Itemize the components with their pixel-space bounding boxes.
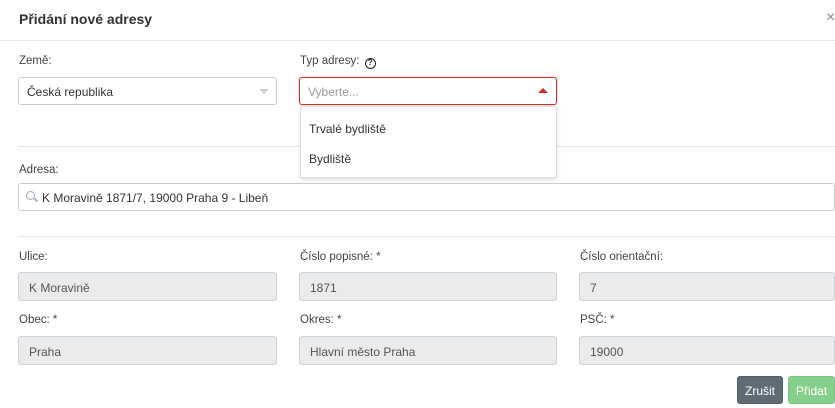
municipality-value: Praha [29,345,62,359]
postal-code-label: PSČ: * [580,314,615,326]
house-number-label: Číslo popisné: * [300,251,381,263]
street-field[interactable]: K Moravině [18,272,277,301]
add-button[interactable]: Přidat [788,376,835,404]
house-number-value: 1871 [310,281,337,295]
country-label: Země: [19,55,52,67]
chevron-up-icon [538,88,548,93]
postal-code-field[interactable]: 19000 [579,336,835,365]
district-label: Okres: * [300,314,342,326]
orientation-number-label: Číslo orientační: [580,251,664,263]
address-type-label: Typ adresy: ? [300,55,376,69]
cancel-button[interactable]: Zrušit [737,376,783,404]
address-label: Adresa: [19,164,59,176]
address-type-label-text: Typ adresy: [300,55,360,67]
municipality-label: Obec: * [19,314,58,326]
country-select-value: Česká republika [27,85,114,99]
dropdown-option-residence[interactable]: Bydliště [309,152,351,166]
address-search-input[interactable]: K Moravině 1871/7, 19000 Praha 9 - Libeň [18,183,835,211]
modal-header: Přidání nové adresy × [0,0,835,41]
divider [18,236,835,237]
address-type-placeholder: Vyberte... [308,85,359,99]
chevron-down-icon [259,89,269,94]
modal-title: Přidání nové adresy [19,11,153,27]
orientation-number-value: 7 [590,281,597,295]
search-icon [26,191,35,200]
municipality-field[interactable]: Praha [18,336,277,365]
district-field[interactable]: Hlavní město Praha [299,336,557,365]
address-search-value: K Moravině 1871/7, 19000 Praha 9 - Libeň [42,191,269,205]
address-type-dropdown: Trvalé bydliště Bydliště [300,106,557,178]
country-select[interactable]: Česká republika [18,77,277,105]
postal-code-value: 19000 [590,345,624,359]
house-number-field[interactable]: 1871 [299,272,557,301]
street-label: Ulice: [19,251,48,263]
question-circle-icon[interactable]: ? [364,58,376,69]
orientation-number-field[interactable]: 7 [579,272,835,301]
dropdown-option-permanent[interactable]: Trvalé bydliště [309,122,386,136]
address-type-select[interactable]: Vyberte... [299,77,557,105]
street-value: K Moravině [29,281,90,295]
close-icon[interactable]: × [826,10,835,26]
district-value: Hlavní město Praha [310,345,416,359]
